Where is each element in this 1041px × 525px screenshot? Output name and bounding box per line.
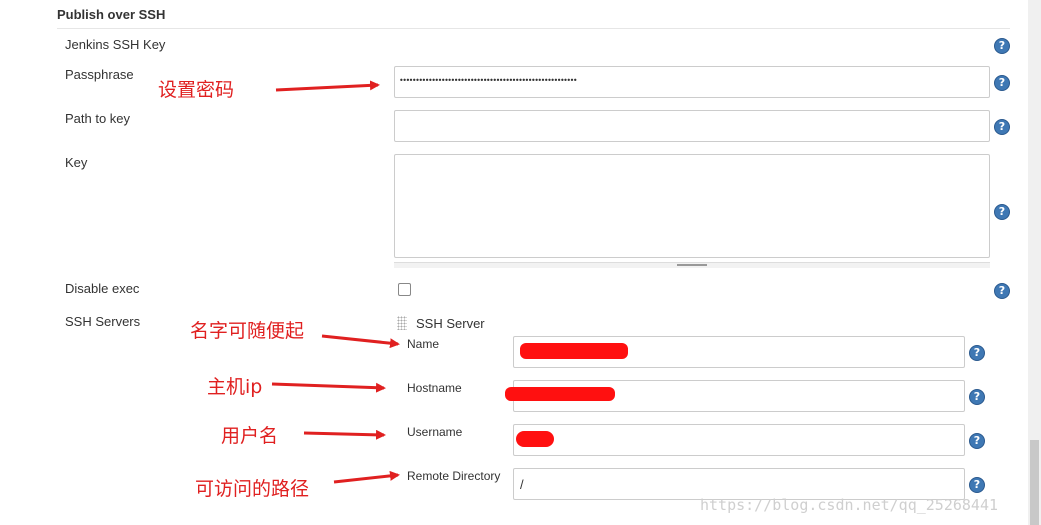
red-arrow-icon <box>321 334 400 349</box>
red-arrow-icon <box>333 470 400 484</box>
annotation-arrows <box>271 80 400 484</box>
red-arrow-icon <box>303 429 386 440</box>
watermark: https://blog.csdn.net/qq_25268441 <box>700 496 999 514</box>
red-arrow-icon <box>275 80 380 92</box>
red-arrow-icon <box>271 382 386 393</box>
